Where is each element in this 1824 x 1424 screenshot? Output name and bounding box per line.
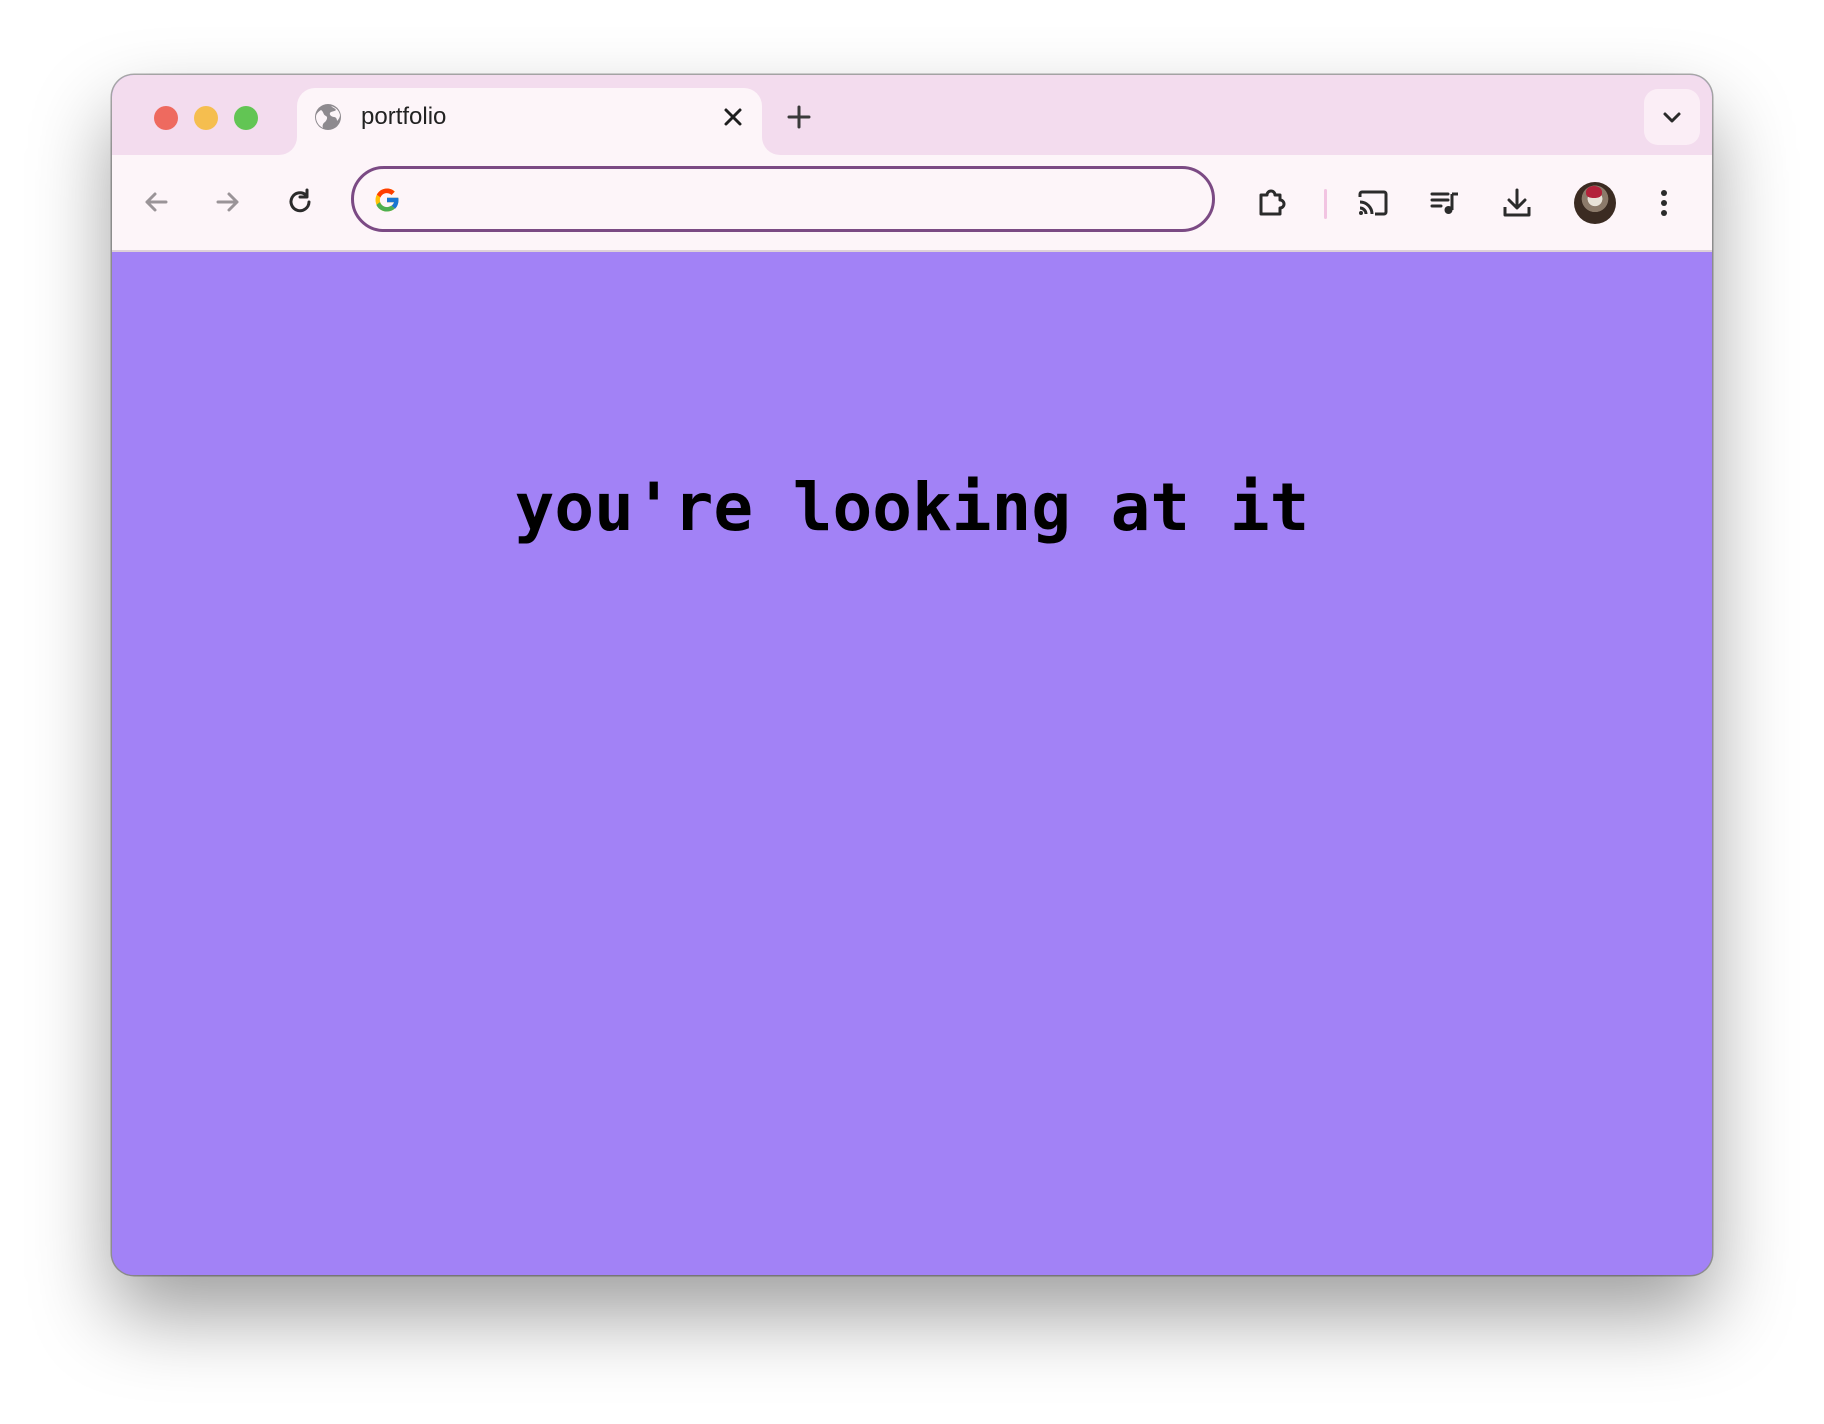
reload-icon (289, 188, 311, 213)
avatar-image (1586, 186, 1602, 198)
toolbar-divider (1324, 189, 1327, 219)
address-input[interactable] (418, 177, 1182, 221)
tab-strip: portfolio (112, 75, 1712, 155)
maximize-window-button[interactable] (234, 106, 258, 130)
toolbar (112, 155, 1712, 252)
close-tab-icon[interactable] (720, 104, 746, 130)
downloads-button[interactable] (1494, 180, 1538, 224)
close-window-button[interactable] (154, 106, 178, 130)
more-menu-button[interactable] (1646, 180, 1690, 224)
minimize-window-button[interactable] (194, 106, 218, 130)
reload-button[interactable] (278, 180, 322, 224)
tab-portfolio[interactable]: portfolio (297, 88, 762, 155)
browser-window: portfolio you're looking at it (112, 75, 1712, 1275)
back-button[interactable] (134, 180, 178, 224)
download-icon (1503, 188, 1531, 217)
tab-title: portfolio (361, 103, 447, 130)
google-g-icon (375, 188, 400, 212)
globe-icon (315, 104, 341, 130)
forward-button[interactable] (206, 180, 250, 224)
cast-icon (1358, 190, 1388, 216)
media-queue-button[interactable] (1422, 180, 1466, 224)
chevron-down-icon (1663, 112, 1681, 123)
extensions-button[interactable] (1250, 180, 1294, 224)
tab-search-button[interactable] (1644, 89, 1700, 145)
page-headline: you're looking at it (514, 469, 1310, 546)
new-tab-icon[interactable] (784, 102, 814, 132)
arrow-left-icon (145, 192, 168, 212)
page-content: you're looking at it (112, 252, 1712, 1275)
address-bar[interactable] (351, 166, 1215, 232)
profile-avatar[interactable] (1574, 182, 1616, 224)
extensions-icon (1259, 189, 1286, 216)
media-queue-icon (1430, 192, 1458, 214)
more-menu-icon (1661, 190, 1667, 216)
arrow-right-icon (216, 192, 239, 212)
cast-button[interactable] (1350, 180, 1394, 224)
